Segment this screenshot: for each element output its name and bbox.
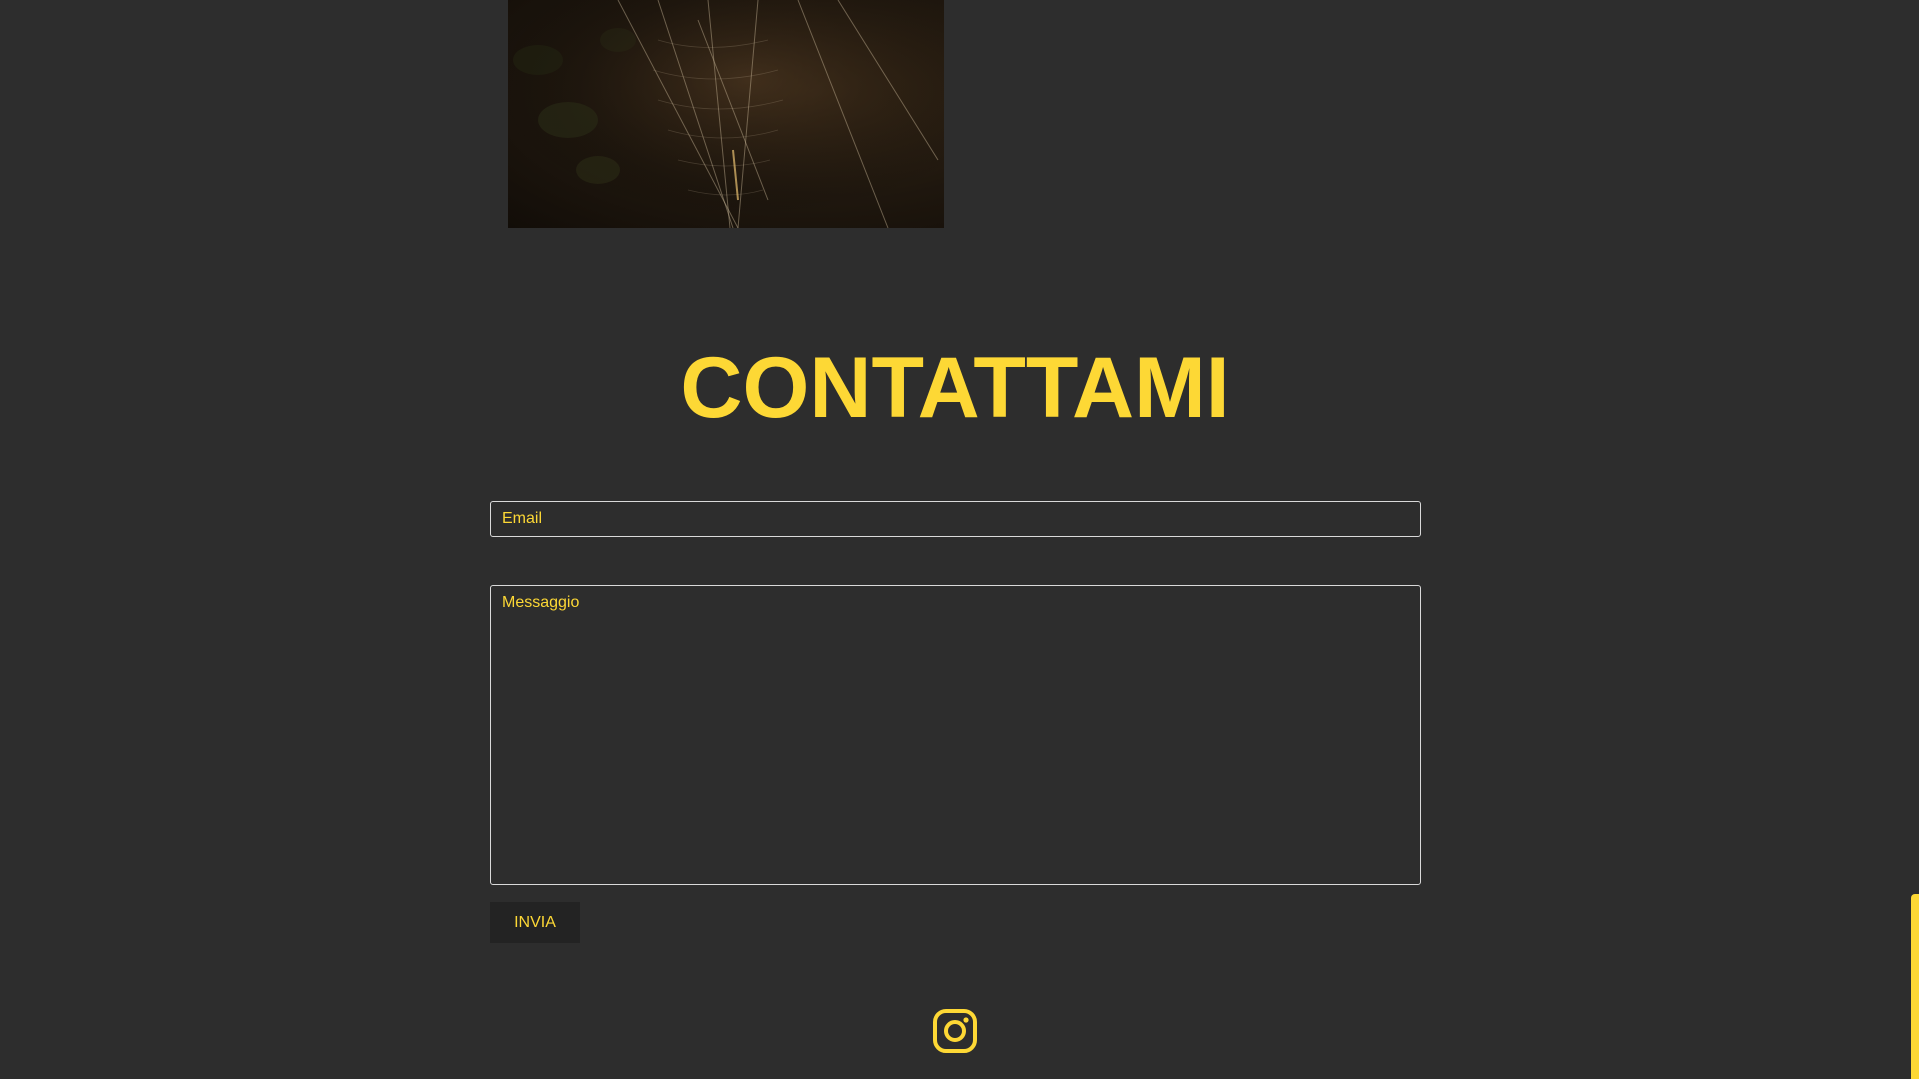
page: CONTATTAMI INVIA [0,0,1919,1079]
send-button[interactable]: INVIA [490,902,580,943]
contact-title: CONTATTAMI [680,340,1230,436]
email-field[interactable] [490,501,1421,537]
scrollbar-thumb[interactable] [1911,894,1919,1079]
message-field[interactable] [490,585,1421,885]
instagram-icon[interactable] [933,1009,977,1053]
spider-web-photo [508,0,944,228]
